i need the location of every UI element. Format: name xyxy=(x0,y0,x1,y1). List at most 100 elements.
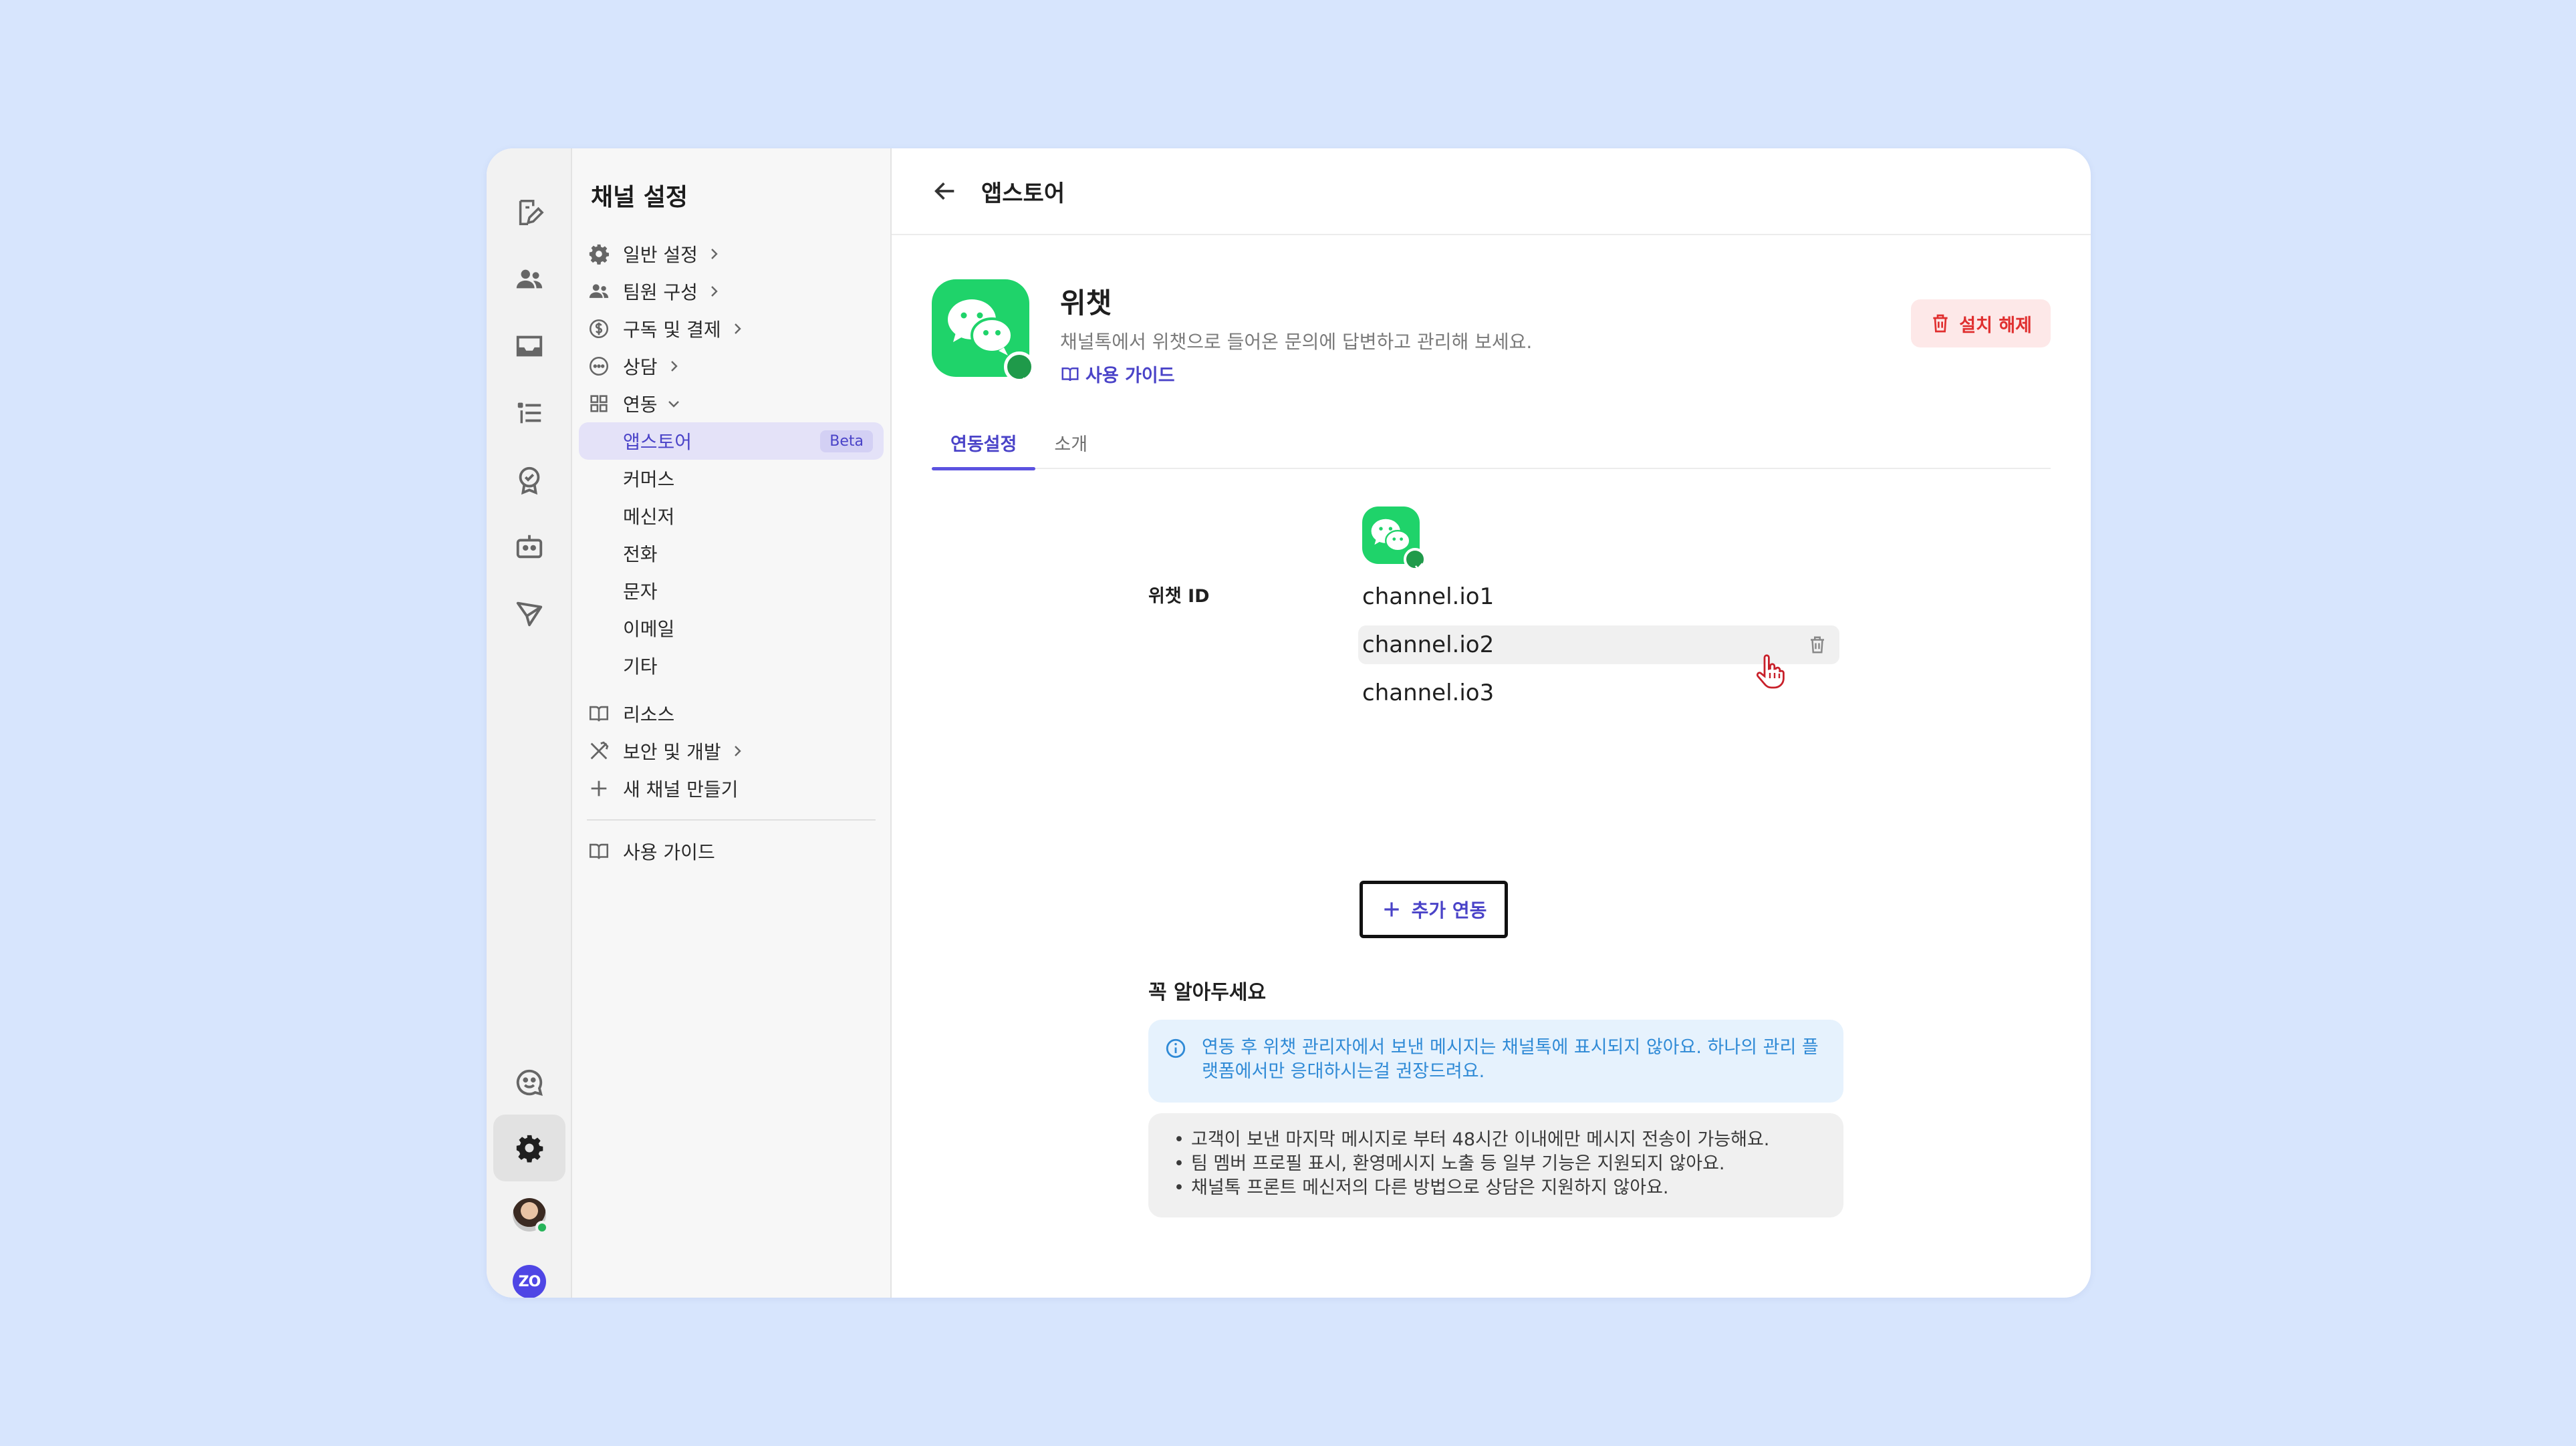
bot-icon xyxy=(516,535,543,559)
sidebar-item-email[interactable]: 이메일 xyxy=(579,609,884,647)
rail-badge-button[interactable] xyxy=(493,446,565,513)
plus-icon xyxy=(591,780,607,797)
info-text: 연동 후 위챗 관리자에서 보낸 메시지는 채널톡에 표시되지 않아요. 하나의… xyxy=(1202,1037,1819,1082)
installed-check-icon xyxy=(1404,548,1426,571)
sidebar-item-label: 새 채널 만들기 xyxy=(623,778,739,801)
sidebar-item-billing[interactable]: 구독 및 결제 xyxy=(579,310,884,347)
book-icon xyxy=(589,706,609,722)
rail-profile-button[interactable] xyxy=(493,1181,565,1248)
sidebar-item-guide[interactable]: 사용 가이드 xyxy=(579,833,884,870)
sidebar-item-messenger[interactable]: 메신저 xyxy=(579,497,884,535)
notice-title: 꼭 알아두세요 xyxy=(1148,981,1267,1004)
sidebar-item-label: 커머스 xyxy=(623,468,675,490)
list-item: 고객이 보낸 마지막 메시지로 부터 48시간 이내에만 메시지 전송이 가능해… xyxy=(1171,1128,1823,1152)
sidebar-item-label: 사용 가이드 xyxy=(623,841,715,863)
sidebar-item-label: 리소스 xyxy=(623,704,675,726)
chevron-right-icon xyxy=(711,249,718,259)
book-icon xyxy=(1061,367,1079,381)
sidebar-item-general[interactable]: 일반 설정 xyxy=(579,235,884,273)
chevron-right-icon xyxy=(670,361,678,372)
chat-smile-icon xyxy=(516,1069,543,1096)
list-item: 팀 멤버 프로필 표시, 환영메시지 노출 등 일부 기능은 지원되지 않아요. xyxy=(1171,1152,1823,1176)
compose-icon xyxy=(519,200,544,225)
wechat-id-value: channel.io1 xyxy=(1362,583,1495,610)
chevron-down-icon xyxy=(668,401,679,408)
sidebar-item-label: 보안 및 개발 xyxy=(623,741,721,763)
tab-integration-settings[interactable]: 연동설정 xyxy=(932,416,1036,470)
rail-tray-button[interactable] xyxy=(493,313,565,380)
info-icon xyxy=(1166,1038,1186,1058)
sidebar-item-security[interactable]: 보안 및 개발 xyxy=(579,732,884,770)
add-integration-button[interactable]: 추가 연동 xyxy=(1360,881,1508,938)
uninstall-label: 설치 해제 xyxy=(1959,315,2032,336)
sidebar-item-other[interactable]: 기타 xyxy=(579,647,884,684)
sidebar-item-label: 이메일 xyxy=(623,618,675,640)
sidebar-divider xyxy=(587,819,876,821)
rail-inbox-button[interactable] xyxy=(493,179,565,246)
list-item: 채널톡 프론트 메신저의 다른 방법으로 상담은 지원하지 않아요. xyxy=(1171,1176,1823,1200)
add-integration-label: 추가 연동 xyxy=(1411,899,1487,921)
page-title: 앱스토어 xyxy=(981,180,1065,207)
rail-settings-button[interactable] xyxy=(493,1115,565,1181)
beta-badge: Beta xyxy=(820,430,873,452)
trash-icon xyxy=(1933,314,1948,333)
sidebar-item-label: 일반 설정 xyxy=(623,244,698,266)
plus-icon xyxy=(1384,902,1399,917)
tab-bar: 연동설정 소개 xyxy=(932,416,2051,470)
users-icon xyxy=(589,284,609,298)
sidebar-item-label: 앱스토어 xyxy=(623,431,692,453)
sidebar-item-consult[interactable]: 상담 xyxy=(579,347,884,385)
gear-icon xyxy=(589,244,610,265)
send-icon xyxy=(516,601,543,627)
nav-rail: ZO xyxy=(487,148,572,1298)
sidebar-item-label: 팀원 구성 xyxy=(623,281,698,303)
app-name: 위챗 xyxy=(1060,287,1112,319)
pointer-hand-icon xyxy=(1756,654,1785,689)
gear-icon xyxy=(516,1135,543,1163)
sidebar-item-commerce[interactable]: 커머스 xyxy=(579,460,884,497)
sidebar-item-phone[interactable]: 전화 xyxy=(579,535,884,572)
book-icon xyxy=(589,843,609,859)
inbox-tray-icon xyxy=(516,335,543,357)
rail-bot-button[interactable] xyxy=(493,513,565,580)
sidebar-menu: 일반 설정 팀원 구성 구독 및 결제 상담 연동 앱스토어 Beta 커머스 … xyxy=(579,235,884,870)
sidebar-item-appstore[interactable]: 앱스토어 Beta xyxy=(579,422,884,460)
sidebar-item-label: 문자 xyxy=(623,581,658,603)
sidebar-item-integration[interactable]: 연동 xyxy=(579,385,884,422)
sidebar-item-label: 구독 및 결제 xyxy=(623,319,721,341)
rail-list-button[interactable] xyxy=(493,380,565,446)
wechat-id-row[interactable]: channel.io1 xyxy=(1362,577,1843,616)
sidebar-item-new-channel[interactable]: 새 채널 만들기 xyxy=(579,770,884,807)
wechat-id-value: channel.io2 xyxy=(1362,631,1495,658)
chat-bubble-icon xyxy=(589,356,609,376)
installed-check-icon xyxy=(1004,351,1035,384)
tab-introduction[interactable]: 소개 xyxy=(1035,416,1106,469)
info-callout: 연동 후 위챗 관리자에서 보낸 메시지는 채널톡에 표시되지 않아요. 하나의… xyxy=(1148,1020,1843,1103)
back-arrow-icon[interactable] xyxy=(932,178,958,204)
sidebar-item-resources[interactable]: 리소스 xyxy=(579,695,884,732)
trash-icon[interactable] xyxy=(1807,635,1827,655)
tools-icon xyxy=(590,741,609,760)
chevron-right-icon xyxy=(734,323,741,334)
sidebar-item-sms[interactable]: 문자 xyxy=(579,572,884,609)
rail-send-button[interactable] xyxy=(493,580,565,647)
page-header: 앱스토어 xyxy=(892,148,2091,235)
rail-help-button[interactable] xyxy=(493,1049,565,1116)
rail-channel-button[interactable]: ZO xyxy=(493,1248,565,1298)
sidebar-item-label: 전화 xyxy=(623,543,658,565)
app-header: 위챗 채널톡에서 위챗으로 들어온 문의에 답변하고 관리해 보세요. 사용 가… xyxy=(932,273,2051,386)
wechat-id-label: 위챗 ID xyxy=(1148,586,1210,607)
settings-sidebar: 채널 설정 일반 설정 팀원 구성 구독 및 결제 상담 연동 앱스토어 Bet… xyxy=(572,148,892,1298)
channel-avatar: ZO xyxy=(513,1265,546,1298)
main-panel: 앱스토어 위챗 채널톡에서 위챗으로 들어온 문의에 답변하고 관리해 보세요. xyxy=(892,148,2091,1298)
user-guide-link[interactable]: 사용 가이드 xyxy=(1060,361,1175,387)
avatar xyxy=(513,1198,549,1234)
app-window: ZO 채널 설정 일반 설정 팀원 구성 구독 및 결제 상담 연동 앱스토어 … xyxy=(487,148,2091,1298)
sidebar-item-team[interactable]: 팀원 구성 xyxy=(579,273,884,310)
wechat-icon xyxy=(948,299,1013,355)
rail-contacts-button[interactable] xyxy=(493,246,565,313)
sidebar-item-label: 기타 xyxy=(623,656,658,678)
sidebar-title: 채널 설정 xyxy=(591,184,688,211)
uninstall-button[interactable]: 설치 해제 xyxy=(1911,299,2051,347)
list-icon xyxy=(517,402,541,424)
